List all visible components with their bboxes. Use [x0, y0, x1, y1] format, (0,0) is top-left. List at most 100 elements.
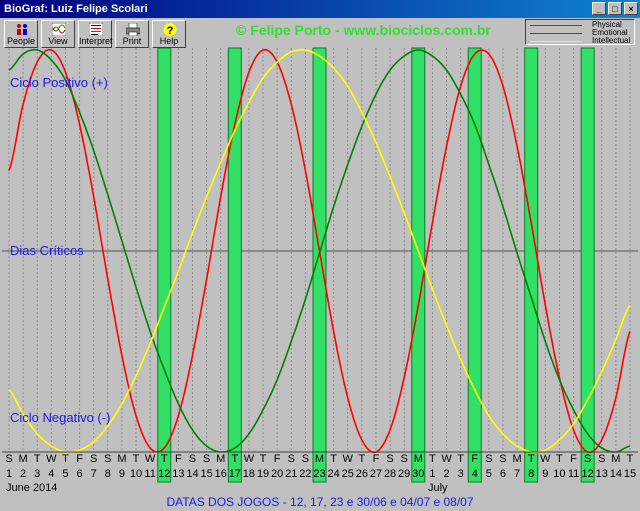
- weekday-letter: W: [144, 453, 156, 465]
- day-number: 7: [514, 468, 521, 480]
- day-number: 27: [369, 468, 383, 480]
- day-number: 1: [429, 468, 436, 480]
- weekday-letter: M: [18, 453, 28, 465]
- day-number: 30: [412, 468, 425, 480]
- legend-label-intellectual: Intellectual: [592, 36, 631, 45]
- negative-cycle-label: Ciclo Negativo (-): [10, 410, 111, 425]
- weekday-letter: W: [243, 453, 255, 465]
- day-number: 15: [623, 468, 637, 480]
- weekday-letter: S: [400, 453, 408, 465]
- weekday-letter: S: [104, 453, 112, 465]
- view-button[interactable]: View: [41, 20, 75, 48]
- weekday-letter: T: [132, 453, 140, 465]
- day-number: 18: [242, 468, 256, 480]
- weekday-letter: F: [76, 453, 83, 465]
- positive-cycle-label: Ciclo Positivo (+): [10, 75, 108, 90]
- day-number: 15: [200, 468, 213, 480]
- day-number: 20: [271, 468, 284, 480]
- weekday-letter: T: [259, 453, 267, 465]
- weekday-letter: T: [330, 453, 337, 465]
- critical-day-highlight: [580, 47, 595, 483]
- day-number: 4: [48, 468, 55, 480]
- interpret-button[interactable]: Interpret: [78, 20, 113, 48]
- critical-day-highlight: [227, 47, 242, 483]
- day-number: 28: [383, 468, 397, 480]
- people-button[interactable]: People: [4, 20, 38, 48]
- day-number: 26: [355, 468, 368, 480]
- weekday-letter: T: [626, 453, 634, 465]
- day-number: 23: [313, 468, 326, 480]
- weekday-letter: T: [160, 453, 168, 465]
- weekday-letter: S: [499, 453, 507, 465]
- weekday-letter: S: [90, 453, 98, 465]
- day-number: 13: [595, 468, 608, 480]
- month-label-july: July: [428, 482, 448, 494]
- view-label: View: [48, 36, 68, 46]
- day-number: 9: [542, 468, 549, 480]
- help-button[interactable]: ? Help: [152, 20, 186, 48]
- weekday-letter: F: [471, 453, 479, 465]
- day-number: 13: [172, 468, 185, 480]
- day-number: 7: [90, 468, 97, 480]
- day-number: 11: [144, 468, 156, 480]
- day-number: 1: [5, 468, 13, 480]
- weekday-letter: S: [202, 453, 211, 465]
- day-number: 9: [118, 468, 125, 480]
- day-number: 17: [228, 468, 241, 480]
- weekday-letter: M: [413, 453, 423, 465]
- help-icon: ?: [163, 23, 177, 36]
- close-button[interactable]: ×: [624, 2, 638, 15]
- day-number: 24: [327, 468, 340, 480]
- day-number: 14: [609, 468, 622, 480]
- weekday-letter: T: [358, 453, 366, 465]
- biorhythm-chart: [2, 47, 638, 483]
- interpret-icon: [89, 23, 103, 36]
- day-number: 10: [553, 468, 566, 480]
- day-number: 6: [499, 468, 507, 480]
- day-axis: S 1 M 2 T 3 W 4 T 5 F 6 S 7 S 8 M 9 T 10 W 11 T 12 F 13 S 14 S 15 M 16 T…: [0, 452, 640, 482]
- weekday-letter: S: [485, 453, 493, 465]
- window-title: BioGraf: Luiz Felipe Scolari: [4, 3, 148, 15]
- weekday-letter: M: [314, 453, 325, 465]
- day-number: 14: [186, 468, 199, 480]
- weekday-letter: T: [231, 453, 239, 465]
- weekday-letter: W: [540, 453, 551, 465]
- weekday-letter: T: [457, 453, 464, 465]
- weekday-letter: S: [188, 453, 197, 465]
- weekday-letter: F: [372, 453, 380, 465]
- weekday-letter: M: [512, 453, 522, 465]
- day-number: 5: [62, 468, 69, 480]
- weekday-letter: F: [570, 453, 577, 465]
- print-button[interactable]: Print: [115, 20, 149, 48]
- weekday-letter: S: [583, 453, 592, 465]
- title-bar: BioGraf: Luiz Felipe Scolari _ □ ×: [0, 0, 640, 18]
- print-label: Print: [122, 36, 142, 46]
- day-number: 12: [581, 468, 594, 480]
- credit-text: © Felipe Porto - www.biociclos.com.br: [236, 22, 491, 38]
- weekday-letter: S: [5, 453, 13, 465]
- day-number: 4: [471, 468, 478, 480]
- weekday-letter: F: [174, 453, 182, 465]
- game-dates-footer: DATAS DOS JOGOS - 12, 17, 23 e 30/06 e 0…: [166, 495, 474, 509]
- day-number: 8: [528, 468, 535, 480]
- people-icon: [17, 24, 27, 35]
- minimize-button[interactable]: _: [592, 2, 606, 15]
- weekday-letter: T: [556, 453, 563, 465]
- weekday-letter: S: [598, 453, 606, 465]
- day-number: 29: [398, 468, 411, 480]
- chart-legend: Physical Emotional Intellectual: [525, 19, 635, 45]
- day-number: 8: [104, 468, 111, 480]
- help-label: Help: [159, 36, 179, 46]
- day-number: 11: [567, 468, 580, 480]
- weekday-letter: M: [117, 453, 127, 465]
- maximize-button[interactable]: □: [608, 2, 622, 15]
- day-number: 16: [214, 468, 227, 480]
- critical-days-label: Dias Críticos: [10, 243, 84, 258]
- day-number: 3: [457, 468, 464, 480]
- day-number: 22: [299, 468, 312, 480]
- weekday-letter: W: [441, 453, 452, 465]
- weekday-letter: M: [216, 453, 226, 465]
- svg-text:?: ?: [167, 25, 174, 36]
- weekday-letter: W: [342, 453, 353, 465]
- weekday-letter: M: [611, 453, 621, 465]
